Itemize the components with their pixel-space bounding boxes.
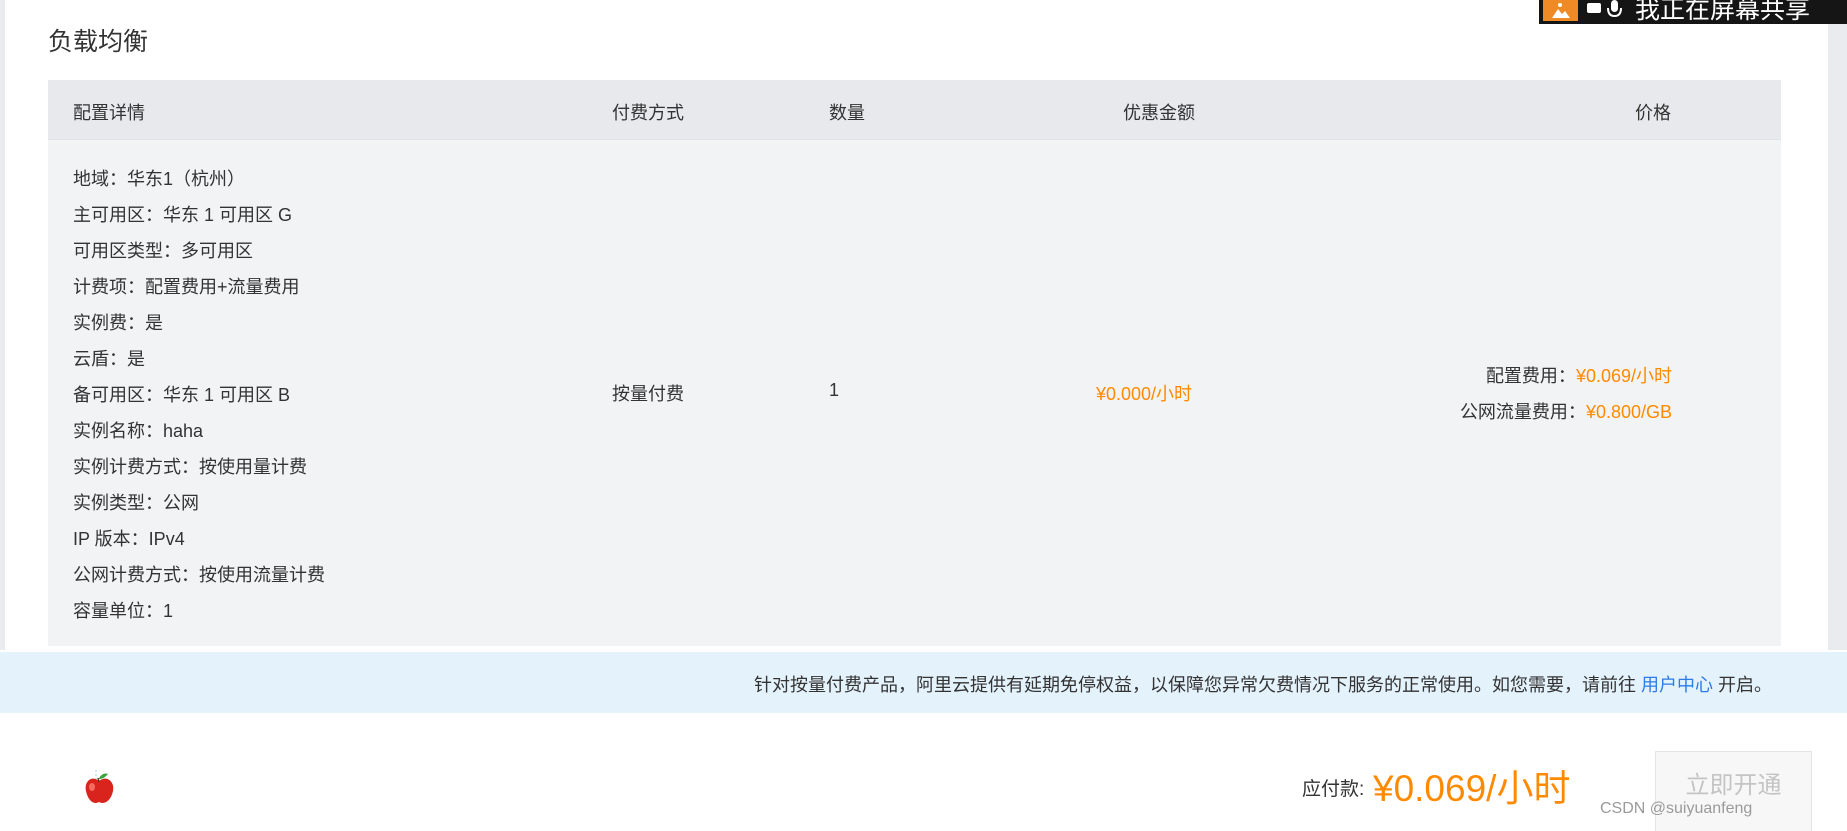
left-gutter: [0, 0, 5, 650]
right-gutter: [1828, 0, 1847, 650]
detail-cloud-shield: 云盾：是: [73, 349, 145, 369]
detail-network-billing: 公网计费方式：按使用流量计费: [73, 565, 325, 585]
screen-share-bar: 我正在屏幕共享: [1539, 0, 1847, 24]
traffic-fee-value: ¥0.800/GB: [1585, 402, 1672, 422]
header-quantity: 数量: [829, 103, 865, 123]
detail-ip-version: IP 版本：IPv4: [73, 529, 185, 549]
detail-instance-fee: 实例费：是: [73, 313, 163, 333]
mic-icon: [1585, 0, 1625, 24]
apple-icon: [85, 770, 114, 803]
config-table: 配置详情 付费方式 数量 优惠金额 价格 地域：华东1（杭州） 主可用区：华东 …: [48, 80, 1781, 646]
user-center-link[interactable]: 用户中心: [1641, 675, 1713, 695]
table-header: 配置详情 付费方式 数量 优惠金额 价格: [48, 80, 1781, 140]
quantity-value: 1: [829, 380, 840, 400]
detail-region: 地域：华东1（杭州）: [73, 169, 246, 189]
discount-value: ¥0.000/小时: [1096, 384, 1193, 404]
header-payment-method: 付费方式: [612, 103, 684, 123]
screen-share-text: 我正在屏幕共享: [1635, 0, 1811, 24]
config-fee-value: ¥0.069/小时: [1575, 366, 1672, 386]
header-price: 价格: [1635, 103, 1671, 123]
activate-now-button[interactable]: 立即开通: [1655, 751, 1812, 831]
detail-instance-type: 实例类型：公网: [73, 493, 199, 513]
detail-billing-items: 计费项：配置费用+流量费用: [73, 277, 300, 297]
payable-amount: ¥0.069/小时: [1373, 768, 1571, 809]
notice-suffix: 开启。: [1712, 675, 1772, 695]
notice-text: 针对按量付费产品，阿里云提供有延期免停权益，以保障您异常欠费情况下服务的正常使用…: [754, 671, 1772, 697]
notice-body: 针对按量付费产品，阿里云提供有延期免停权益，以保障您异常欠费情况下服务的正常使用…: [753, 675, 1636, 695]
watermark: CSDN @suiyuanfeng: [1600, 800, 1753, 817]
share-icon: [1543, 0, 1578, 21]
detail-instance-name: 实例名称：haha: [73, 421, 204, 441]
detail-backup-zone: 备可用区：华东 1 可用区 B: [73, 385, 291, 405]
payable-label: 应付款:: [1302, 779, 1365, 800]
detail-capacity-unit: 容量单位：1: [73, 601, 174, 621]
config-fee-line: 配置费用：¥0.069/小时: [1486, 362, 1672, 388]
traffic-fee-label: 公网流量费用：: [1459, 402, 1586, 422]
header-config-details: 配置详情: [73, 103, 145, 123]
section-title: 负载均衡: [48, 28, 149, 56]
header-discount: 优惠金额: [1123, 103, 1195, 123]
deferral-notice: 针对按量付费产品，阿里云提供有延期免停权益，以保障您异常欠费情况下服务的正常使用…: [0, 652, 1847, 713]
payment-method-value: 按量付费: [612, 384, 684, 404]
detail-primary-zone: 主可用区：华东 1 可用区 G: [73, 205, 293, 225]
traffic-fee-line: 公网流量费用：¥0.800/GB: [1460, 398, 1672, 424]
config-fee-label: 配置费用：: [1485, 366, 1576, 386]
detail-zone-type: 可用区类型：多可用区: [73, 241, 253, 261]
config-detail-list: 地域：华东1（杭州） 主可用区：华东 1 可用区 G 可用区类型：多可用区 计费…: [73, 161, 325, 629]
detail-instance-billing: 实例计费方式：按使用量计费: [73, 457, 307, 477]
